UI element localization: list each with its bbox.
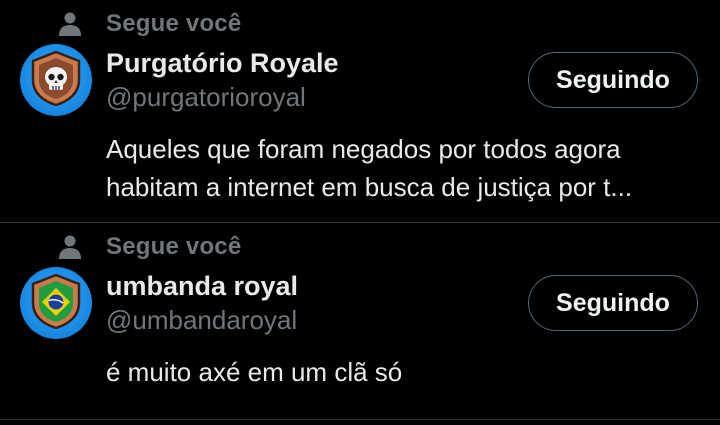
bio-line: Aqueles que foram negados por todos agor… (106, 134, 621, 164)
follows-you-row: Segue você (56, 231, 241, 263)
user-handle[interactable]: @purgatorioroyal (106, 82, 306, 113)
user-list: Segue você Purgatório Royale @purgatorio… (0, 0, 720, 425)
avatar[interactable] (20, 44, 92, 116)
user-handle[interactable]: @umbandaroyal (106, 305, 297, 336)
user-cell[interactable]: Segue você umbanda royal @umbandaroyal S… (0, 223, 720, 420)
follows-you-label: Segue você (106, 10, 242, 37)
bio-line: habitam a internet em busca de justiça p… (106, 172, 633, 202)
user-bio: é muito axé em um clã só (106, 353, 696, 391)
follows-you-row: Segue você (56, 8, 241, 40)
skull-shield-icon (29, 50, 83, 111)
following-button[interactable]: Seguindo (528, 52, 698, 108)
person-icon (56, 10, 84, 38)
display-name[interactable]: umbanda royal (106, 271, 298, 302)
brazil-flag-shield-icon (29, 273, 83, 334)
person-icon (56, 233, 84, 261)
bio-line: é muito axé em um clã só (106, 357, 403, 387)
display-name[interactable]: Purgatório Royale (106, 48, 339, 79)
follows-you-label: Segue você (106, 233, 242, 260)
avatar[interactable] (20, 267, 92, 339)
user-bio: Aqueles que foram negados por todos agor… (106, 130, 696, 206)
user-cell[interactable]: Segue você Purgatório Royale @purgatorio… (0, 0, 720, 223)
following-button[interactable]: Seguindo (528, 275, 698, 331)
